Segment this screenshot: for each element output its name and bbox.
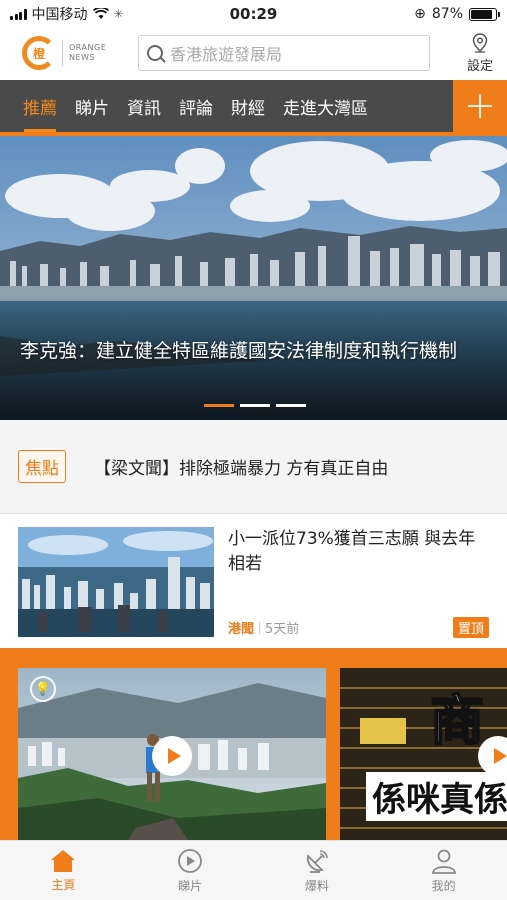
user-icon (431, 849, 456, 874)
news-meta: 港聞 5天前 (228, 618, 299, 637)
settings-button[interactable]: 設定 (466, 32, 493, 74)
news-thumbnail (18, 527, 214, 637)
tab-4[interactable]: 財經 (222, 80, 274, 132)
bottom-tab-tipoff[interactable]: 爆料 (254, 841, 381, 900)
loading-icon: ✳ (113, 7, 124, 21)
app-header: 橙 ORANGE NEWS 香港旅遊發展局 設定 (0, 28, 507, 78)
signal-icon (10, 8, 27, 20)
logo-mark: 橙 (22, 36, 56, 70)
wifi-icon (92, 8, 109, 19)
search-input[interactable]: 香港旅遊發展局 (138, 35, 430, 71)
bottom-tab-bar: 主頁 睇片 爆料 我的 (0, 840, 507, 900)
orange-news-logo[interactable]: 橙 ORANGE NEWS (22, 36, 122, 70)
news-category[interactable]: 港聞 (228, 618, 254, 637)
plus-icon (468, 94, 492, 118)
carrier-label: 中国移动 (31, 7, 88, 23)
carousel-dot[interactable] (276, 404, 306, 407)
satellite-dish-icon (306, 849, 328, 873)
video-card-2-caption: 係咪真係 (366, 772, 507, 821)
video-card-1[interactable]: 💡 (18, 668, 326, 840)
news-title[interactable]: 小一派位73%獲首三志願 與去年相若 (228, 527, 490, 577)
play-circle-icon (178, 848, 203, 873)
video-section: 💡 商 係咪真係 (0, 648, 507, 840)
hero-title[interactable]: 李克強：建立健全特區維護國安法律制度和執行機制 (20, 338, 490, 365)
play-button[interactable] (152, 736, 192, 776)
hero-image (0, 136, 507, 420)
focus-headline-text[interactable]: 【梁文聞】排除極端暴力 方有真正自由 (94, 454, 388, 479)
search-placeholder: 香港旅遊發展局 (170, 45, 283, 64)
battery-icon (469, 7, 500, 21)
bottom-tab-videos[interactable]: 睇片 (127, 841, 254, 900)
bottom-tab-profile[interactable]: 我的 (380, 841, 507, 900)
bottom-tab-home[interactable]: 主頁 (0, 841, 127, 900)
carousel-dot[interactable] (240, 404, 270, 407)
tab-2[interactable]: 資訊 (118, 80, 170, 132)
tab-5[interactable]: 走進大灣區 (274, 80, 377, 132)
orientation-lock-icon: ⊕ (414, 6, 426, 22)
hero-carousel[interactable]: 李克強：建立健全特區維護國安法律制度和執行機制 (0, 136, 507, 420)
video-card-2[interactable]: 商 係咪真係 (340, 668, 507, 840)
focus-badge: 焦點 (18, 450, 66, 483)
logo-text: ORANGE NEWS (69, 43, 107, 62)
news-list-item[interactable]: 小一派位73%獲首三志願 與去年相若 港聞 5天前 置頂 (0, 515, 507, 645)
lightbulb-icon: 💡 (30, 676, 56, 702)
focus-headline[interactable]: 焦點 【梁文聞】排除極端暴力 方有真正自由 (0, 420, 507, 514)
video-card-2-title: 商 (429, 688, 485, 753)
search-icon (147, 45, 163, 61)
category-nav: 推薦 睇片 資訊 評論 財經 走進大灣區 (0, 80, 507, 132)
news-time: 5天前 (265, 622, 300, 637)
carousel-dot[interactable] (204, 404, 234, 407)
settings-label: 設定 (466, 58, 493, 74)
battery-percent: 87% (431, 6, 463, 22)
carousel-indicator (204, 404, 306, 407)
home-icon (51, 849, 76, 872)
pinned-badge: 置頂 (452, 617, 489, 638)
tab-0[interactable]: 推薦 (14, 80, 66, 132)
tab-3[interactable]: 評論 (170, 80, 222, 132)
location-pin-icon (472, 32, 488, 53)
tab-1[interactable]: 睇片 (66, 80, 118, 132)
status-bar: 中国移动 ✳ 00:29 ⊕ 87% (0, 0, 507, 28)
add-channel-button[interactable] (453, 80, 507, 132)
